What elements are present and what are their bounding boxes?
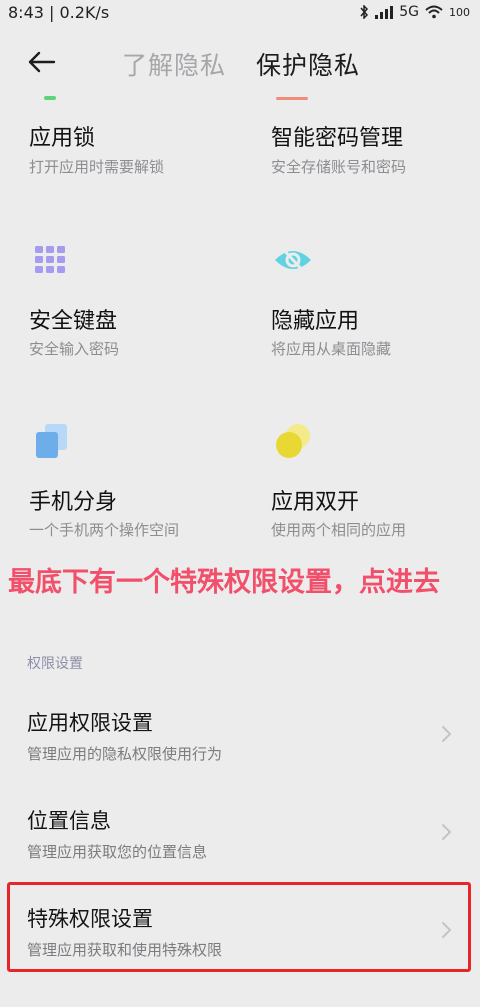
feature-desc: 使用两个相同的应用 xyxy=(271,521,407,539)
app-lock-icon xyxy=(44,96,56,100)
feature-desc: 将应用从桌面隐藏 xyxy=(271,340,392,358)
list-item-subtitle: 管理应用获取您的位置信息 xyxy=(27,843,208,861)
arrow-left-icon[interactable] xyxy=(24,44,60,80)
chevron-right-icon xyxy=(442,824,451,840)
password-manager-icon xyxy=(276,97,308,100)
dual-cards-icon xyxy=(36,424,67,458)
network-label: 5G xyxy=(399,4,419,20)
feature-dual-apps[interactable]: 应用双开 使用两个相同的应用 xyxy=(271,421,480,541)
signal-icon xyxy=(375,5,394,19)
eye-off-icon xyxy=(275,246,311,274)
status-icons: 5G 100 xyxy=(359,4,470,20)
feature-title: 应用锁 xyxy=(29,126,96,151)
list-item-subtitle: 管理应用的隐私权限使用行为 xyxy=(27,745,223,763)
feature-desc: 打开应用时需要解锁 xyxy=(29,158,165,176)
status-time-speed: 8:43 | 0.2K/s xyxy=(8,3,110,22)
feature-secure-keyboard[interactable]: 安全键盘 安全输入密码 xyxy=(29,240,259,360)
feature-title: 安全键盘 xyxy=(29,309,118,334)
keyboard-grid-icon xyxy=(35,246,65,273)
section-label-permissions: 权限设置 xyxy=(27,656,83,672)
list-item-title: 位置信息 xyxy=(27,809,111,833)
dual-circles-icon xyxy=(276,424,310,458)
feature-desc: 一个手机两个操作空间 xyxy=(29,521,180,539)
status-bar: 8:43 | 0.2K/s 5G 100 xyxy=(0,0,480,26)
bluetooth-icon xyxy=(360,5,369,19)
feature-title: 手机分身 xyxy=(29,490,118,515)
highlight-box xyxy=(7,882,471,972)
annotation-text: 最底下有一个特殊权限设置，点进去 xyxy=(8,567,440,598)
list-item-app-permissions[interactable]: 应用权限设置 管理应用的隐私权限使用行为 xyxy=(0,707,480,797)
top-nav: 了解隐私 保护隐私 xyxy=(0,38,480,88)
feature-desc: 安全存储账号和密码 xyxy=(271,158,407,176)
feature-hide-apps[interactable]: 隐藏应用 将应用从桌面隐藏 xyxy=(271,240,480,360)
tab-protect-privacy[interactable]: 保护隐私 xyxy=(256,46,360,82)
list-item-title: 应用权限设置 xyxy=(27,711,153,735)
battery-icon: 100 xyxy=(449,5,470,19)
feature-title: 隐藏应用 xyxy=(271,309,360,334)
feature-desc: 安全输入密码 xyxy=(29,340,120,358)
wifi-icon xyxy=(425,5,443,19)
feature-title: 智能密码管理 xyxy=(271,126,404,151)
chevron-right-icon xyxy=(442,726,451,742)
tab-understand-privacy[interactable]: 了解隐私 xyxy=(122,46,226,82)
feature-dual-space[interactable]: 手机分身 一个手机两个操作空间 xyxy=(29,421,259,541)
feature-title: 应用双开 xyxy=(271,490,360,515)
